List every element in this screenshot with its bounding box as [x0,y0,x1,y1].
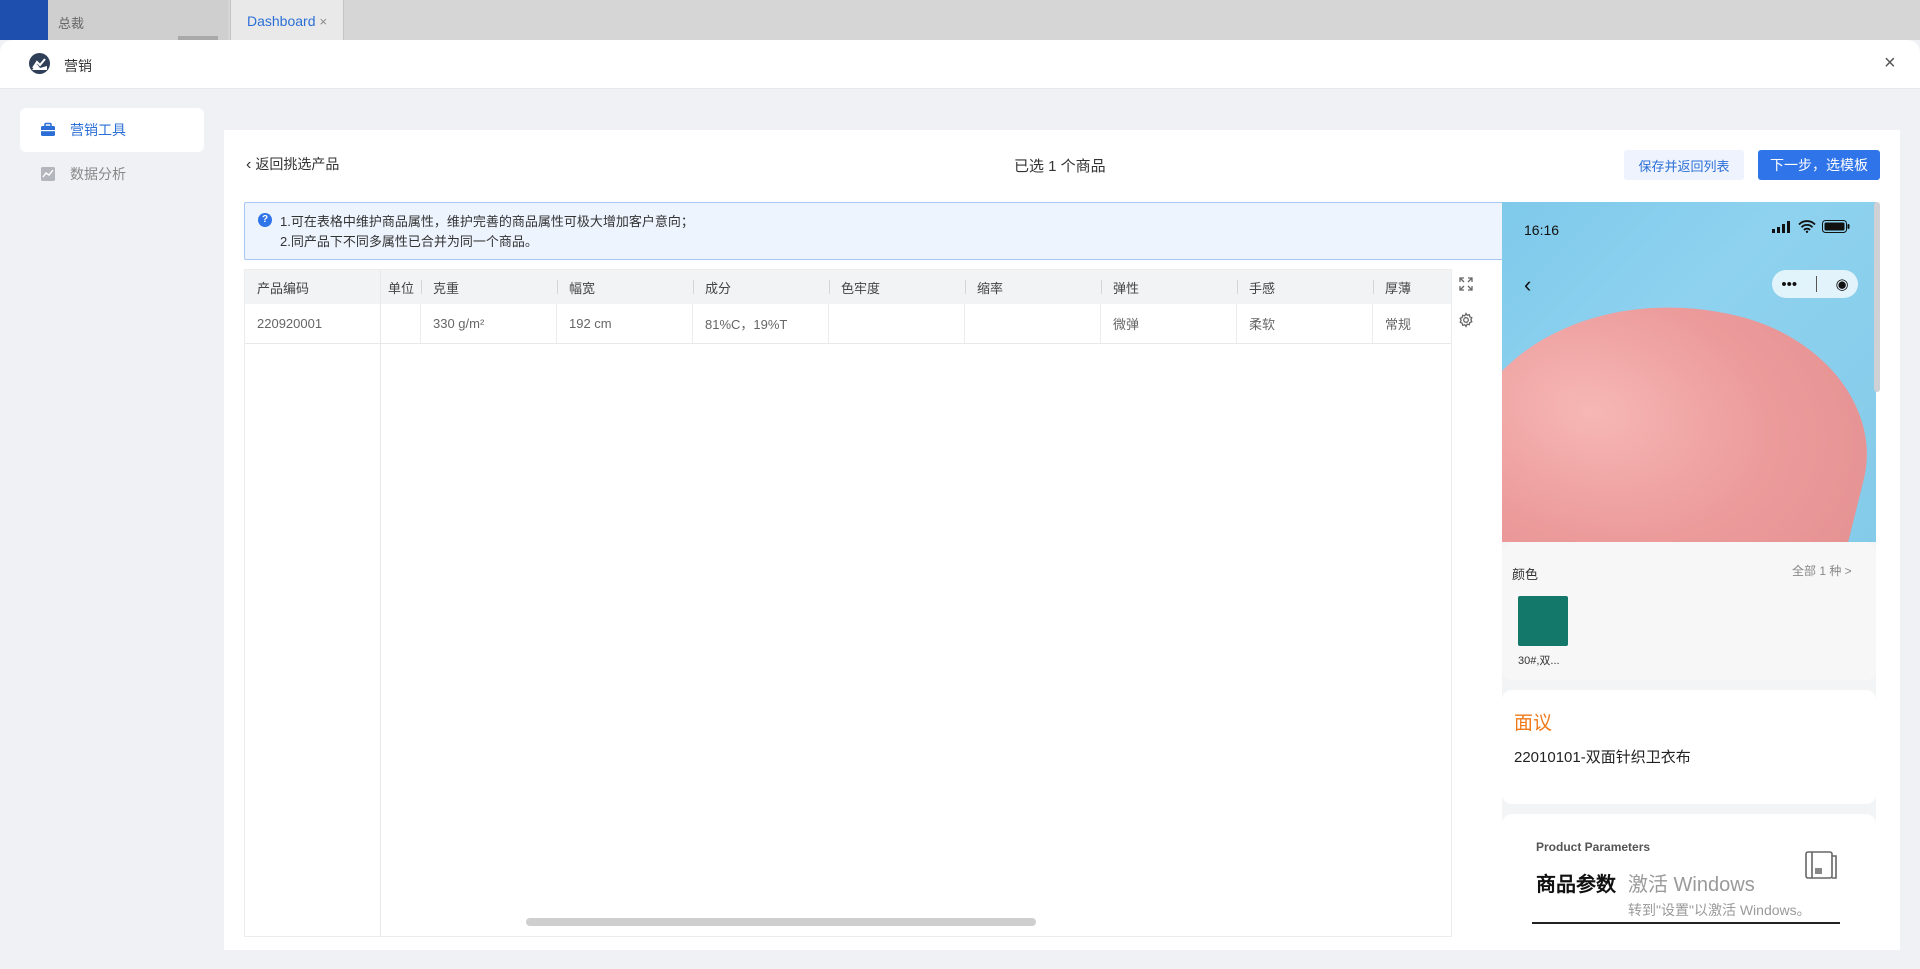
chevron-left-icon: ‹ [246,156,252,173]
miniprogram-capsule: ••• ◉ [1772,270,1858,298]
capsule-divider [1815,276,1817,292]
sidebar-item-data-analysis[interactable]: 数据分析 [20,152,204,196]
params-title-en: Product Parameters [1536,840,1651,854]
table-cell[interactable]: 330 g/m² [421,304,557,343]
params-underline [1532,922,1840,924]
product-attribute-table: 产品编码 单位 克重 幅宽 成分 色牢度 缩率 弹性 手感 厚薄 2209200… [244,269,1452,937]
marketing-modal: 营销 × 营销工具 数据分析 ‹ 返回挑选产品 已选 1 个商品 保存并返回列表 … [0,40,1920,969]
tab-strip: 总裁 Dashboard × [0,0,1920,40]
notice-line-2: 2.同产品下不同多属性已合并为同一个商品。 [280,234,538,249]
table-cell[interactable]: 微弹 [1101,304,1237,343]
back-label: 返回挑选产品 [255,156,340,172]
product-photo [1502,202,1876,542]
color-section: 颜色 全部 1 种 > 30#,双... [1502,542,1876,680]
question-icon: ? [258,213,272,227]
column-header: 幅宽 [557,270,693,304]
fixed-column-divider [380,270,381,936]
color-swatch [1518,596,1568,646]
status-time: 16:16 [1524,222,1560,238]
signal-icon [1772,220,1790,233]
all-colors-link: 全部 1 种 > [1792,564,1852,578]
wifi-icon [1798,220,1816,233]
tab-close-icon[interactable]: × [320,14,328,29]
windows-watermark-line1: 激活 Windows [1628,874,1755,896]
table-cell[interactable] [381,304,421,343]
tab-label: 总裁 [58,16,85,31]
table-header: 产品编码 单位 克重 幅宽 成分 色牢度 缩率 弹性 手感 厚薄 [245,270,1451,304]
notice-line-1: 1.可在表格中维护商品属性，维护完善的商品属性可极大增加客户意向； [280,214,694,229]
gear-icon[interactable] [1458,312,1474,328]
marketing-logo-icon [29,53,50,74]
info-notice: ? 1.可在表格中维护商品属性，维护完善的商品属性可极大增加客户意向； 2.同产… [244,202,1506,260]
selected-count: 已选 1 个商品 [1014,158,1106,175]
target-icon: ◉ [1835,276,1849,293]
tab-dashboard[interactable]: Dashboard × [230,0,344,40]
column-header: 弹性 [1101,270,1237,304]
close-icon[interactable]: × [1884,52,1896,75]
params-title-cn: 商品参数 [1536,874,1616,896]
column-header: 手感 [1237,270,1373,304]
table-row[interactable]: 220920001 330 g/m² 192 cm 81%C，19%T 微弹 柔… [245,304,1451,344]
swatch-label: 30#,双... [1518,655,1560,667]
sidebar-item-marketing-tools[interactable]: 营销工具 [20,108,204,152]
app-brand-block [0,0,48,40]
table-cell[interactable]: 192 cm [557,304,693,343]
column-header: 成分 [693,270,829,304]
table-cell[interactable] [965,304,1101,343]
column-header: 克重 [421,270,557,304]
save-and-return-button[interactable]: 保存并返回列表 [1624,150,1744,180]
sidebar-item-label: 数据分析 [70,166,126,182]
column-header: 产品编码 [257,280,310,296]
tab-label: Dashboard [247,13,316,29]
table-cell[interactable]: 常规 [1373,304,1451,343]
sidebar-item-label: 营销工具 [70,122,126,138]
params-section: Product Parameters 商品参数 激活 Windows 转到"设置… [1502,814,1876,946]
more-icon: ••• [1781,275,1798,293]
modal-title: 营销 [64,58,92,74]
column-header: 厚薄 [1373,270,1451,304]
mobile-preview: 16:16 ‹ ••• ◉ 颜色 全部 1 种 > 30#,双... 面议 22… [1502,202,1876,946]
column-header: 色牢度 [829,270,965,304]
price: 面议 [1514,713,1553,734]
preview-back-icon: ‹ [1524,272,1532,297]
column-header: 缩率 [965,270,1101,304]
color-label: 颜色 [1512,567,1539,582]
side-nav: 营销工具 数据分析 [20,108,204,196]
status-icons [1772,220,1850,233]
main-card: ‹ 返回挑选产品 已选 1 个商品 保存并返回列表 下一步，选模板 ? 1.可在表… [224,130,1900,950]
back-to-products-link[interactable]: ‹ 返回挑选产品 [246,154,339,174]
modal-header: 营销 × [0,40,1920,89]
fullscreen-icon[interactable] [1458,276,1474,292]
horizontal-scrollbar[interactable] [526,918,1036,926]
briefcase-icon [40,122,56,138]
chart-icon [40,166,56,182]
price-section: 面议 22010101-双面针织卫衣布 [1502,690,1876,804]
windows-watermark-line2: 转到"设置"以激活 Windows。 [1628,902,1811,918]
battery-icon [1822,220,1850,233]
table-cell[interactable]: 220920001 [245,304,381,343]
table-cell[interactable] [829,304,965,343]
preview-scrollbar[interactable] [1874,202,1880,392]
product-name: 22010101-双面针织卫衣布 [1514,749,1691,766]
column-header: 单位 [387,280,414,296]
fabric-shape [1502,258,1876,542]
next-step-button[interactable]: 下一步，选模板 [1758,150,1880,180]
table-cell[interactable]: 81%C，19%T [693,304,829,343]
book-icon [1805,851,1837,879]
tab-zongcai[interactable]: 总裁 [48,0,228,40]
table-cell[interactable]: 柔软 [1237,304,1373,343]
